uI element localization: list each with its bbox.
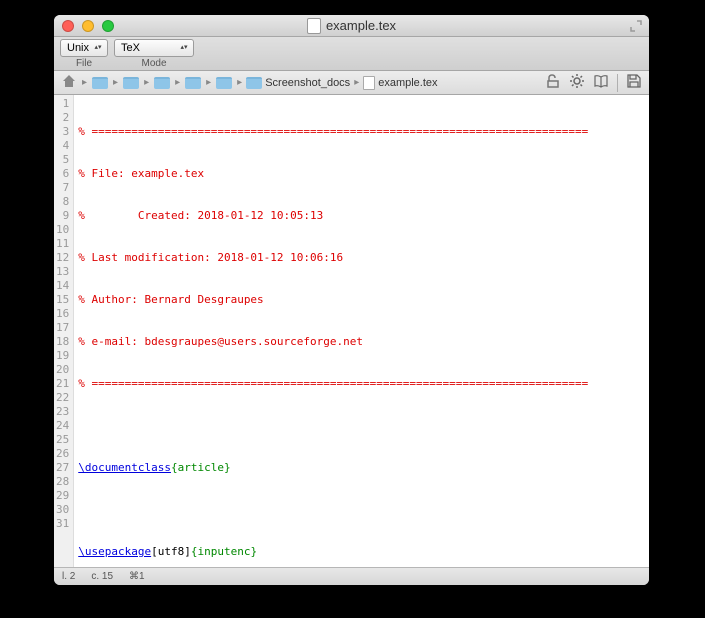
file-select-label: File bbox=[76, 58, 92, 69]
save-button[interactable] bbox=[623, 74, 645, 92]
close-button[interactable] bbox=[62, 20, 74, 32]
fullscreen-icon[interactable] bbox=[629, 19, 643, 33]
toolbar-divider bbox=[617, 74, 618, 92]
code-editor[interactable]: 1234567891011121314151617181920212223242… bbox=[54, 95, 649, 567]
unlock-icon bbox=[545, 73, 561, 92]
chevron-updown-icon: ▴▾ bbox=[179, 46, 189, 50]
status-col: c. 15 bbox=[91, 571, 113, 582]
chevron-right-icon: ▸ bbox=[354, 77, 359, 88]
titlebar: example.tex bbox=[54, 15, 649, 37]
window-title: example.tex bbox=[326, 18, 396, 33]
folder-icon bbox=[92, 77, 108, 89]
file-encoding-select[interactable]: Unix ▴▾ bbox=[60, 39, 108, 57]
breadcrumb-toolbar: ▸ ▸ ▸ ▸ ▸ ▸ Screenshot_docs ▸ example.te… bbox=[54, 71, 649, 95]
book-icon bbox=[593, 73, 609, 92]
document-icon bbox=[363, 76, 375, 90]
folder-icon bbox=[154, 77, 170, 89]
folder-icon bbox=[185, 77, 201, 89]
folder-button[interactable] bbox=[213, 74, 235, 92]
mode-toolbar: Unix ▴▾ File TeX ▴▾ Mode bbox=[54, 37, 649, 71]
editor-window: example.tex Unix ▴▾ File TeX ▴▾ Mode ▸ ▸ bbox=[54, 15, 649, 585]
chevron-right-icon: ▸ bbox=[144, 77, 149, 88]
chevron-right-icon: ▸ bbox=[175, 77, 180, 88]
mode-select-label: Mode bbox=[142, 58, 167, 69]
document-icon bbox=[307, 18, 321, 34]
minimize-button[interactable] bbox=[82, 20, 94, 32]
statusbar: l. 2 c. 15 ⌘1 bbox=[54, 567, 649, 585]
chevron-right-icon: ▸ bbox=[82, 77, 87, 88]
lock-button[interactable] bbox=[542, 74, 564, 92]
chevron-updown-icon: ▴▾ bbox=[93, 46, 103, 50]
line-gutter: 1234567891011121314151617181920212223242… bbox=[54, 95, 74, 567]
home-button[interactable] bbox=[58, 74, 80, 92]
save-icon bbox=[626, 73, 642, 92]
zoom-button[interactable] bbox=[102, 20, 114, 32]
breadcrumb-folder[interactable]: Screenshot_docs bbox=[244, 77, 352, 89]
folder-button[interactable] bbox=[182, 74, 204, 92]
status-extra: ⌘1 bbox=[129, 571, 145, 582]
folder-button[interactable] bbox=[151, 74, 173, 92]
chevron-right-icon: ▸ bbox=[113, 77, 118, 88]
folder-icon bbox=[216, 77, 232, 89]
chevron-right-icon: ▸ bbox=[237, 77, 242, 88]
mode-select[interactable]: TeX ▴▾ bbox=[114, 39, 194, 57]
folder-icon bbox=[123, 77, 139, 89]
reference-button[interactable] bbox=[590, 74, 612, 92]
chevron-right-icon: ▸ bbox=[206, 77, 211, 88]
folder-button[interactable] bbox=[89, 74, 111, 92]
folder-button[interactable] bbox=[120, 74, 142, 92]
code-content[interactable]: % ======================================… bbox=[74, 95, 592, 567]
home-icon bbox=[61, 73, 77, 92]
breadcrumb-file[interactable]: example.tex bbox=[361, 76, 439, 90]
folder-icon bbox=[246, 77, 262, 89]
status-line: l. 2 bbox=[62, 571, 75, 582]
gear-icon bbox=[569, 73, 585, 92]
settings-button[interactable] bbox=[566, 74, 588, 92]
